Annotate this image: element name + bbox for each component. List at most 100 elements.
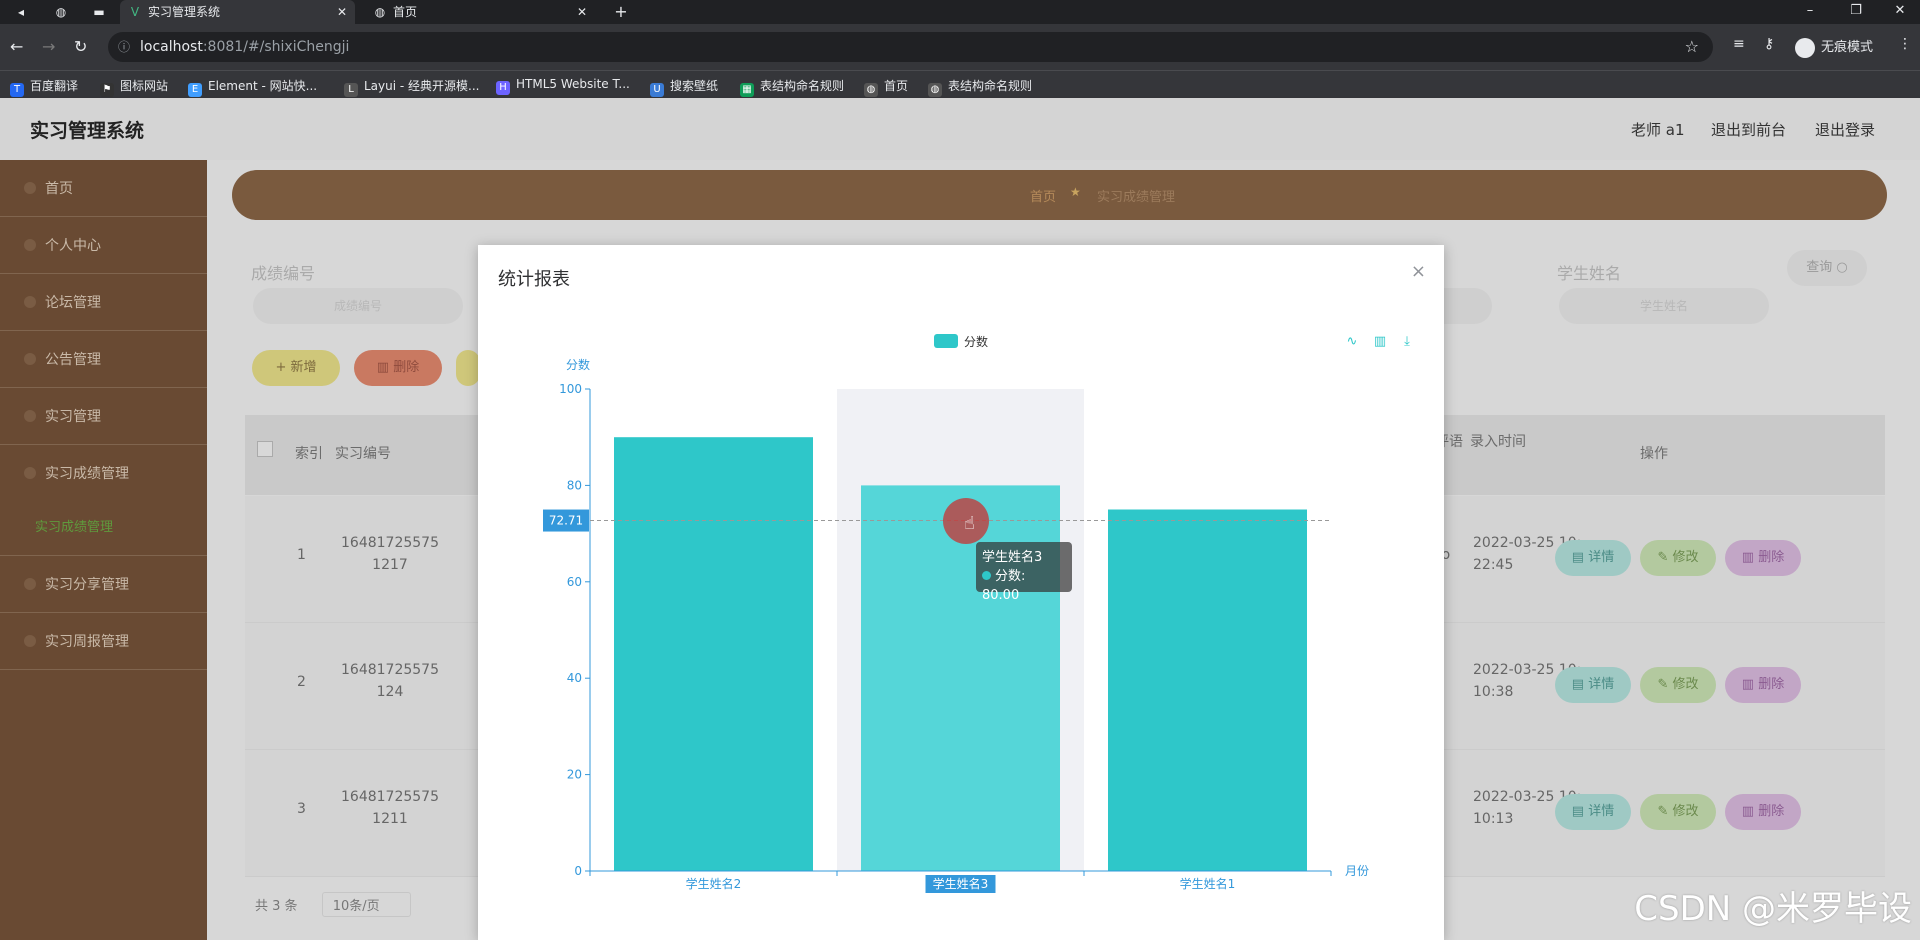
- back-icon[interactable]: ←: [10, 37, 23, 56]
- th-index: 索引: [295, 446, 323, 462]
- bookmark-item[interactable]: L Layui - 经典开源模...: [344, 77, 479, 97]
- x-tick-label: 学生姓名2: [686, 876, 742, 891]
- element-icon: E: [188, 83, 202, 97]
- tab-active[interactable]: V 实习管理系统 ✕: [120, 0, 355, 24]
- home-icon: [24, 182, 36, 194]
- incognito-label: 无痕模式: [1821, 40, 1874, 55]
- url-bar[interactable]: ⓘ localhost:8081/#/shixiChengji ☆: [108, 32, 1713, 62]
- bookmark-item[interactable]: ◍ 首页: [864, 77, 908, 97]
- new-tab-icon[interactable]: +: [612, 3, 630, 21]
- row-delete-button[interactable]: ▥ 删除: [1725, 540, 1801, 576]
- sidebar-item-internship[interactable]: 实习管理: [0, 388, 207, 445]
- window-icon[interactable]: ▬: [90, 3, 108, 21]
- logout-link[interactable]: 退出登录: [1815, 119, 1875, 140]
- detail-button[interactable]: ▤ 详情: [1555, 540, 1631, 576]
- select-all-checkbox[interactable]: [257, 441, 273, 457]
- breadcrumb-home[interactable]: 首页: [1030, 186, 1056, 205]
- search-label-code: 成绩编号: [251, 264, 316, 283]
- key-icon[interactable]: ⚷: [1764, 36, 1774, 52]
- globe-icon: ◍: [928, 83, 942, 97]
- back-to-front-link[interactable]: 退出到前台: [1711, 119, 1786, 140]
- export-button[interactable]: [456, 350, 480, 386]
- x-tick-label: 学生姓名3: [933, 876, 989, 891]
- edit-button[interactable]: ✎ 修改: [1640, 667, 1716, 703]
- close-tab-icon[interactable]: ✕: [577, 0, 587, 24]
- query-button[interactable]: 查询 ○: [1787, 250, 1867, 286]
- user-icon: [24, 239, 36, 251]
- layui-icon: L: [344, 83, 358, 97]
- search-input-student[interactable]: 学生姓名: [1559, 288, 1769, 324]
- url-host: localhost: [140, 39, 203, 55]
- hand-pointer-icon: ☝: [964, 513, 975, 534]
- y-axis-title: 分数: [566, 357, 590, 372]
- pager-total: 共 3 条: [255, 899, 298, 914]
- bookmark-item[interactable]: H HTML5 Website T...: [496, 77, 630, 95]
- html5-icon: H: [496, 81, 510, 95]
- edit-button[interactable]: ✎ 修改: [1640, 794, 1716, 830]
- reading-list-icon[interactable]: ≡: [1733, 36, 1745, 52]
- sidebar-item-notice[interactable]: 公告管理: [0, 331, 207, 388]
- minimize-icon[interactable]: –: [1790, 0, 1830, 24]
- wallpaper-icon: U: [650, 83, 664, 97]
- notice-icon: [24, 353, 36, 365]
- address-toolbar: ← → ↻ ⓘ localhost:8081/#/shixiChengji ☆ …: [0, 24, 1920, 70]
- delete-button[interactable]: ▥ 删除: [354, 350, 442, 386]
- incognito-indicator[interactable]: 无痕模式: [1795, 36, 1873, 58]
- sidebar-subitem-score[interactable]: 实习成绩管理: [35, 516, 113, 535]
- bookmark-item[interactable]: ▦ 表结构命名规则: [740, 77, 844, 97]
- sidebar-item-score[interactable]: 实习成绩管理: [0, 445, 207, 556]
- sidebar-item-home[interactable]: 首页: [0, 160, 207, 217]
- tab-home[interactable]: ◍ 首页 ✕: [365, 0, 595, 24]
- tooltip-dot: [982, 571, 991, 580]
- incognito-icon: [1795, 37, 1815, 58]
- detail-button[interactable]: ▤ 详情: [1555, 667, 1631, 703]
- x-tick-label: 学生姓名1: [1180, 876, 1236, 891]
- url-path: :8081/#/shixiChengji: [202, 39, 350, 55]
- x-axis-title: 月份: [1345, 864, 1369, 878]
- bookmark-item[interactable]: T 百度翻译: [10, 77, 78, 97]
- sidebar-item-profile[interactable]: 个人中心: [0, 217, 207, 274]
- menu-icon[interactable]: ⋮: [1898, 36, 1912, 52]
- bookmark-item[interactable]: ◍ 表结构命名规则: [928, 77, 1032, 97]
- watermark: CSDN @米罗毕设: [1634, 889, 1912, 929]
- sidebar-item-weekly[interactable]: 实习周报管理: [0, 613, 207, 670]
- close-tab-icon[interactable]: ✕: [337, 0, 347, 24]
- globe-icon[interactable]: ◍: [52, 3, 70, 21]
- app-title: 实习管理系统: [30, 120, 145, 142]
- sidebar-item-forum[interactable]: 论坛管理: [0, 274, 207, 331]
- mute-icon[interactable]: ◂: [12, 3, 30, 21]
- bookmark-star-icon[interactable]: ☆: [1685, 32, 1699, 62]
- add-button[interactable]: + 新增: [252, 350, 340, 386]
- y-tick-label: 100: [559, 382, 582, 396]
- row-delete-button[interactable]: ▥ 删除: [1725, 667, 1801, 703]
- search-input-code[interactable]: 成绩编号: [253, 288, 463, 324]
- close-window-icon[interactable]: ✕: [1880, 0, 1920, 24]
- row-delete-button[interactable]: ▥ 删除: [1725, 794, 1801, 830]
- vue-icon: V: [130, 5, 140, 19]
- flag-icon: ⚑: [100, 83, 114, 97]
- sheet-icon: ▦: [740, 83, 754, 97]
- bar: [614, 437, 813, 871]
- bookmark-item[interactable]: ⚑ 图标网站: [100, 77, 168, 97]
- share-icon: [24, 578, 36, 590]
- th-ops: 操作: [1640, 446, 1668, 462]
- y-tick-label: 20: [567, 768, 582, 782]
- axis-pointer-label: 72.71: [549, 514, 583, 528]
- cursor-highlight: ☝: [943, 498, 989, 544]
- th-code[interactable]: 实习编号: [335, 443, 391, 463]
- th-time[interactable]: 录入时间: [1470, 431, 1526, 451]
- info-icon[interactable]: ⓘ: [118, 32, 130, 62]
- bookmark-item[interactable]: E Element - 网站快...: [188, 77, 317, 97]
- restore-icon[interactable]: ❐: [1836, 0, 1876, 24]
- detail-button[interactable]: ▤ 详情: [1555, 794, 1631, 830]
- bookmark-item[interactable]: U 搜索壁纸: [650, 77, 718, 97]
- page-size-select[interactable]: 10条/页: [321, 892, 411, 917]
- sidebar-item-share[interactable]: 实习分享管理: [0, 556, 207, 613]
- forward-icon[interactable]: →: [42, 37, 55, 56]
- browser-tabbar: ◂ ◍ ▬ V 实习管理系统 ✕ ◍ 首页 ✕ + – ❐ ✕: [0, 0, 1920, 24]
- reload-icon[interactable]: ↻: [74, 37, 87, 56]
- edit-button[interactable]: ✎ 修改: [1640, 540, 1716, 576]
- tab-title: 首页: [393, 5, 418, 19]
- forum-icon: [24, 296, 36, 308]
- globe-icon: ◍: [374, 5, 386, 19]
